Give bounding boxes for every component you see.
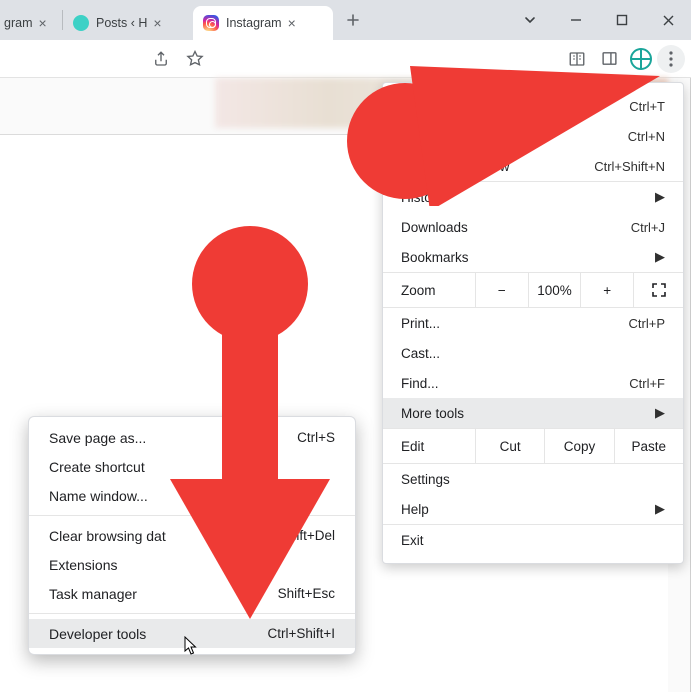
tab-title: Instagram	[226, 16, 282, 30]
window-controls	[507, 0, 691, 40]
tab-title: Posts ‹ H	[96, 16, 147, 30]
instagram-icon	[203, 15, 219, 31]
share-icon[interactable]	[145, 43, 177, 75]
menu-find[interactable]: Find...Ctrl+F	[383, 368, 683, 398]
menu-help[interactable]: Help▶	[383, 494, 683, 524]
menu-settings[interactable]: Settings	[383, 464, 683, 494]
maximize-button[interactable]	[599, 0, 645, 40]
close-icon[interactable]: ×	[153, 15, 161, 31]
chevron-right-icon: ▶	[655, 501, 665, 517]
close-window-button[interactable]	[645, 0, 691, 40]
annotation-arrow-1	[330, 56, 670, 206]
tab-3-active[interactable]: Instagram ×	[193, 6, 333, 40]
edit-cut[interactable]: Cut	[475, 429, 544, 463]
zoom-value: 100%	[528, 273, 581, 307]
minimize-button[interactable]	[553, 0, 599, 40]
fullscreen-button[interactable]	[633, 273, 683, 307]
edit-label: Edit	[383, 429, 475, 463]
menu-exit[interactable]: Exit	[383, 525, 683, 555]
chevron-down-icon[interactable]	[507, 0, 553, 40]
menu-cast[interactable]: Cast...	[383, 338, 683, 368]
chevron-right-icon: ▶	[655, 405, 665, 421]
menu-edit-row: Edit Cut Copy Paste	[383, 428, 683, 464]
tab-title: gram	[4, 16, 32, 30]
tab-strip: gram × Posts ‹ H × Instagram ×	[0, 0, 691, 40]
edit-copy[interactable]: Copy	[544, 429, 613, 463]
tab-1[interactable]: gram ×	[0, 6, 62, 40]
mouse-cursor-icon	[184, 636, 200, 656]
tab-2[interactable]: Posts ‹ H ×	[63, 6, 193, 40]
menu-bookmarks[interactable]: Bookmarks▶	[383, 242, 683, 272]
menu-more-tools[interactable]: More tools▶	[383, 398, 683, 428]
zoom-label: Zoom	[383, 283, 475, 298]
menu-zoom: Zoom − 100% +	[383, 272, 683, 308]
close-icon[interactable]: ×	[288, 15, 296, 31]
new-tab-button[interactable]	[339, 6, 367, 34]
menu-print[interactable]: Print...Ctrl+P	[383, 308, 683, 338]
close-icon[interactable]: ×	[38, 15, 46, 31]
menu-downloads[interactable]: DownloadsCtrl+J	[383, 212, 683, 242]
zoom-out-button[interactable]: −	[475, 273, 528, 307]
zoom-in-button[interactable]: +	[580, 273, 633, 307]
globe-icon	[73, 15, 89, 31]
annotation-arrow-2	[150, 224, 350, 624]
bookmark-star-icon[interactable]	[179, 43, 211, 75]
chevron-right-icon: ▶	[655, 249, 665, 265]
edit-paste[interactable]: Paste	[614, 429, 683, 463]
